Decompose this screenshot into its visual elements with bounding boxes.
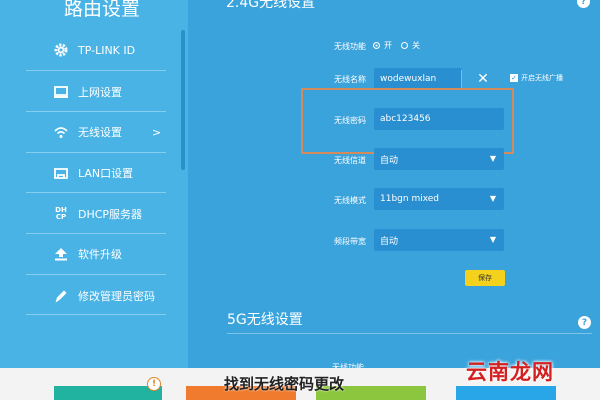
lan-port-icon	[52, 164, 70, 182]
chevron-down-icon: ▼	[489, 194, 496, 203]
bandwidth-value: 自动	[380, 236, 399, 247]
wireless-function-radio-group: 开 关	[373, 40, 420, 51]
save-button[interactable]: 保存	[465, 270, 505, 286]
sidebar-item-tplink-id[interactable]: TP-LINK ID	[0, 30, 168, 70]
wireless-function-label: 无线功能	[334, 42, 366, 51]
channel-label: 无线信道	[334, 156, 366, 165]
sidebar-item-lan[interactable]: LAN口设置	[0, 153, 168, 193]
sidebar-scrollbar[interactable]	[181, 30, 185, 170]
pencil-icon	[52, 287, 70, 305]
password-input[interactable]: abc123456	[374, 108, 504, 130]
warning-icon: !	[147, 377, 161, 391]
sidebar-item-label: LAN口设置	[78, 167, 134, 180]
sidebar-item-upgrade[interactable]: 软件升级	[0, 234, 168, 274]
sidebar-item-password[interactable]: 修改管理员密码	[0, 276, 168, 316]
channel-select[interactable]: 自动 ▼	[374, 148, 504, 170]
chevron-down-icon: ▼	[489, 235, 496, 244]
upload-arrow-icon	[52, 245, 70, 263]
sidebar-item-dhcp[interactable]: DH CP DHCP服务器	[0, 194, 168, 234]
sidebar-item-label: 无线设置	[78, 126, 122, 139]
help-icon[interactable]: ?	[578, 316, 591, 329]
section-title-24g: 2.4G无线设置	[226, 0, 316, 11]
radio-off[interactable]	[401, 42, 408, 49]
clear-icon[interactable]: ✕	[462, 68, 504, 90]
divider	[26, 192, 166, 193]
video-caption: 找到无线密码更改	[224, 375, 345, 393]
ssid-input[interactable]: wodewuxlan	[374, 68, 462, 90]
divider	[26, 274, 166, 275]
ssid-label: 无线名称	[334, 75, 366, 84]
watermark-logo: 云南龙网	[466, 359, 554, 384]
sidebar-item-wireless[interactable]: 无线设置 >	[0, 112, 168, 152]
sidebar-item-label: 上网设置	[78, 86, 122, 99]
sidebar-item-label: TP-LINK ID	[78, 43, 136, 57]
gear-icon	[52, 41, 70, 59]
tile-blue	[456, 386, 556, 400]
divider	[26, 70, 166, 71]
bandwidth-select[interactable]: 自动 ▼	[374, 229, 504, 251]
mode-select[interactable]: 11bgn mixed ▼	[374, 188, 504, 210]
sidebar: 路由设置 TP-LINK ID 上网设置 无线设置 > LAN口设置 DH CP…	[0, 0, 188, 368]
chevron-right-icon: >	[152, 125, 162, 139]
divider	[227, 333, 592, 334]
tile-teal	[54, 386, 162, 400]
broadcast-label: 开启无线广播	[521, 74, 563, 82]
chevron-down-icon: ▼	[489, 154, 496, 163]
mode-value: 11bgn mixed	[380, 194, 440, 204]
dhcp-icon: DH CP	[55, 206, 67, 221]
bandwidth-label: 频段带宽	[334, 237, 366, 246]
sidebar-item-internet[interactable]: 上网设置	[0, 72, 168, 112]
section-title-5g: 5G无线设置	[227, 312, 303, 328]
mode-label: 无线模式	[334, 196, 366, 205]
radio-off-label: 关	[412, 41, 420, 50]
radio-on-label: 开	[384, 41, 392, 50]
sidebar-item-label: 软件升级	[78, 248, 122, 261]
broadcast-checkbox-wrap[interactable]: ✓ 开启无线广播	[510, 73, 563, 83]
sidebar-title: 路由设置	[64, 0, 141, 20]
sidebar-item-label: DHCP服务器	[78, 208, 143, 221]
divider	[26, 314, 166, 315]
channel-value: 自动	[380, 155, 399, 166]
broadcast-checkbox[interactable]: ✓	[510, 74, 518, 82]
radio-on[interactable]	[373, 42, 380, 49]
wifi-icon	[52, 123, 70, 141]
password-label: 无线密码	[334, 116, 366, 125]
sidebar-item-label: 修改管理员密码	[78, 290, 155, 303]
monitor-icon	[52, 83, 70, 101]
